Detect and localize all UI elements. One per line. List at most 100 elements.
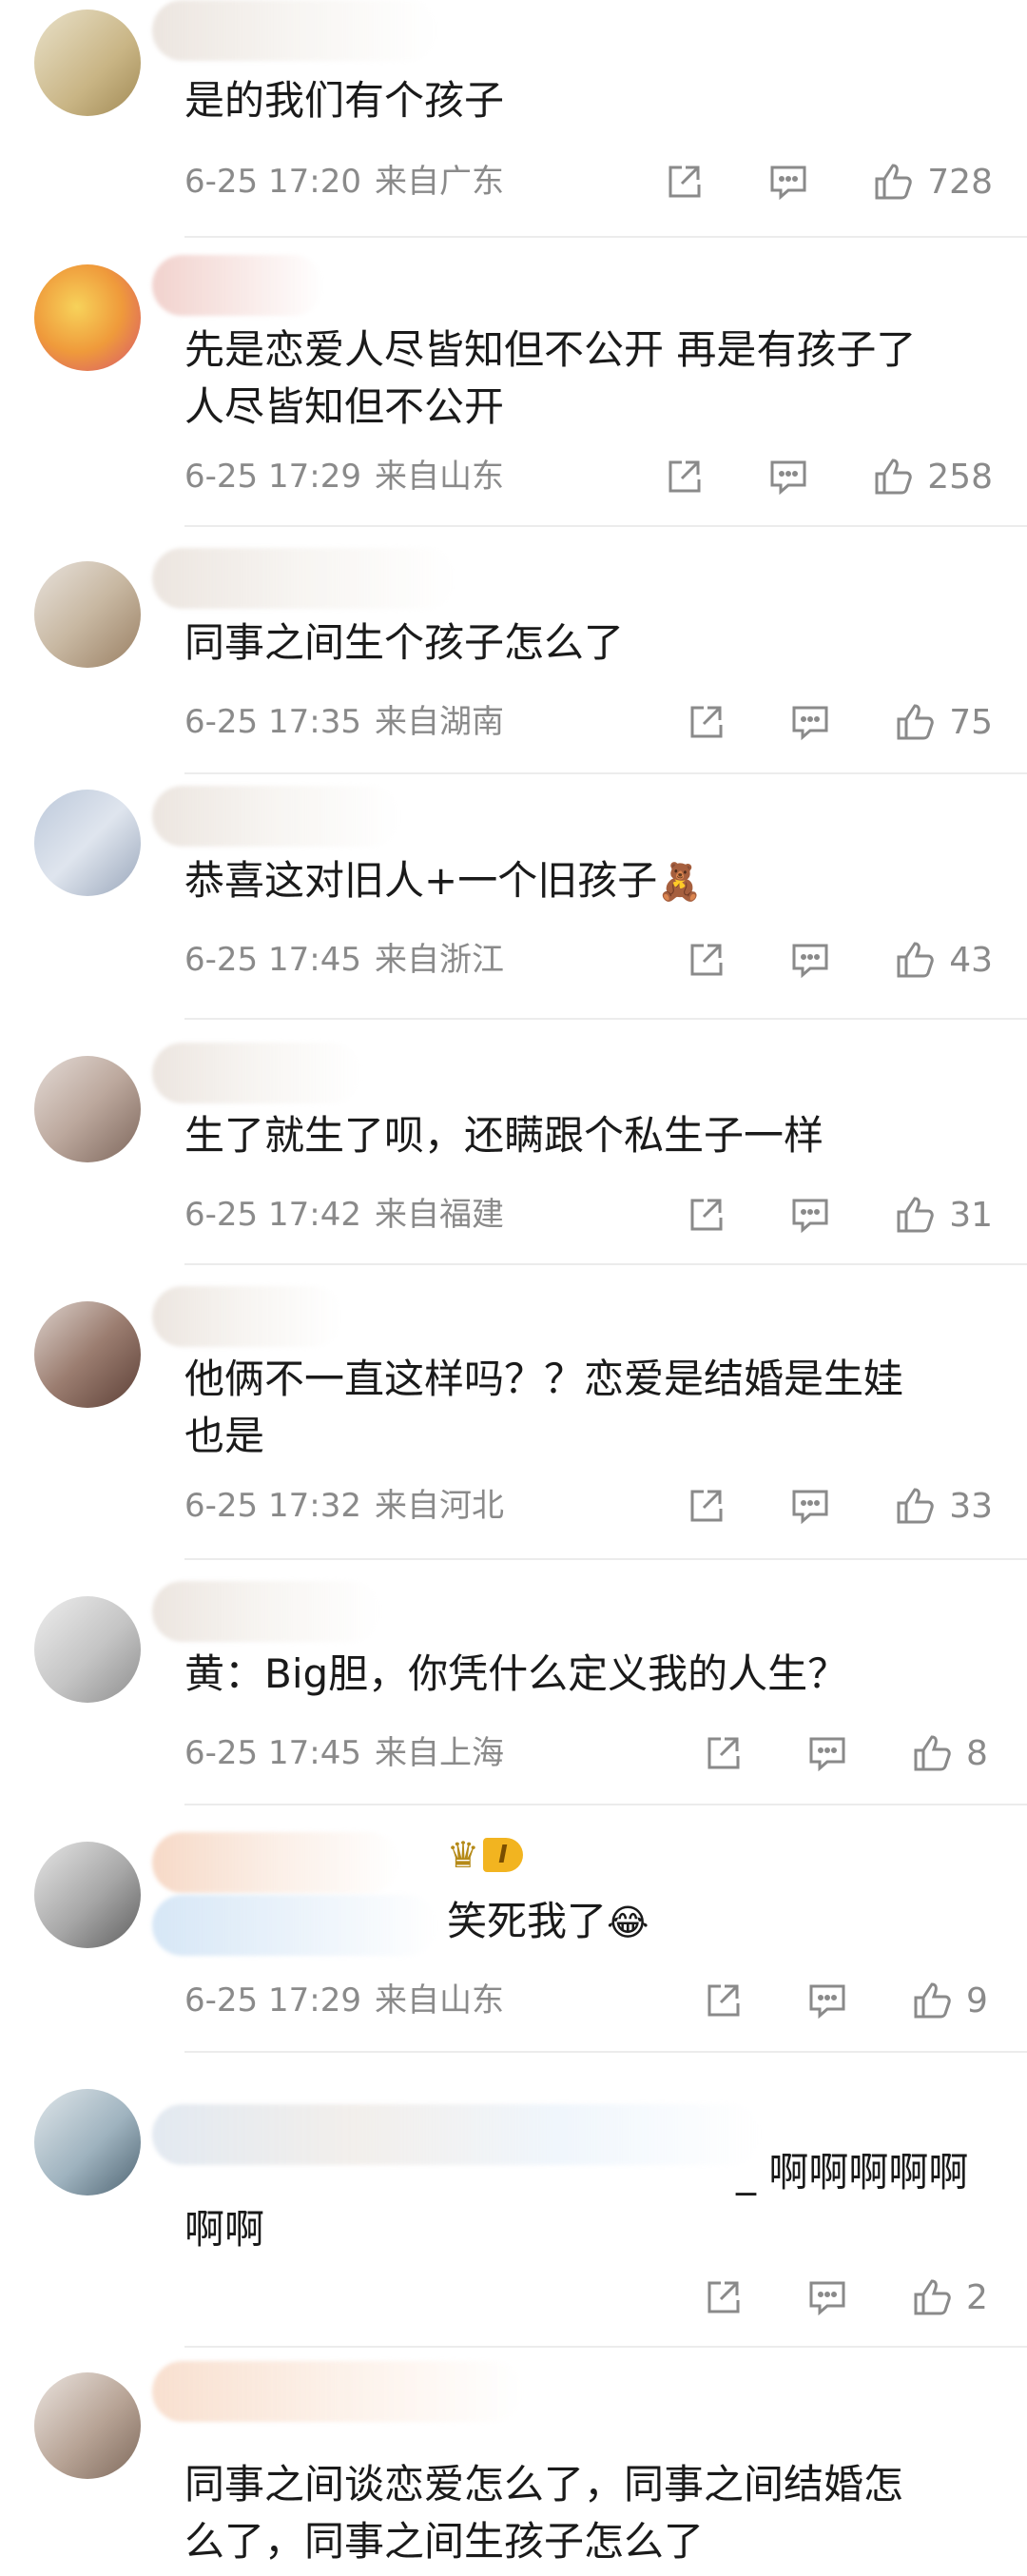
thumbs-up-icon [894,1485,936,1527]
username-blurred[interactable] [152,1043,361,1103]
comment-text-content: 笑死我了 [447,1898,608,1944]
comment-location: 来自山东 [374,458,504,496]
comment-time: 6-25 17:45 [184,1734,361,1772]
avatar[interactable] [34,790,141,896]
avatar[interactable] [34,2372,141,2479]
avatar[interactable] [34,1596,141,1703]
comment-meta: 6-25 17:29 来自山东 [184,453,504,500]
username-blurred[interactable] [152,0,437,61]
share-icon[interactable] [702,1732,744,1774]
level-badge: I [483,1838,523,1872]
username-blurred[interactable] [152,786,399,847]
avatar[interactable] [34,561,141,668]
divider [184,1263,1027,1265]
reply-icon[interactable] [789,939,831,981]
like-count: 728 [927,162,993,202]
comment-meta: 6-25 17:42 来自福建 [184,1191,504,1239]
divider [184,1018,1027,1020]
share-icon[interactable] [663,161,705,203]
teddy-emoji-icon: 🧸 [657,861,703,903]
comment-text: 先是恋爱人尽皆知但不公开 再是有孩子了 人尽皆知但不公开 [184,326,917,430]
divider [184,525,1027,527]
comment-location: 来自广东 [374,163,504,201]
comment-actions: 33 [685,1482,993,1530]
comment-actions: 2 [702,2274,993,2321]
comment-location: 来自上海 [374,1734,504,1772]
avatar[interactable] [34,10,141,116]
reply-icon[interactable] [767,161,809,203]
username-blurred[interactable] [152,1286,342,1347]
divider [184,1804,1027,1805]
thumbs-up-icon [872,161,914,203]
username-blurred[interactable] [152,255,323,316]
comment-text: 他俩不一直这样吗？？恋爱是结婚是生娃 也是 [184,1356,904,1459]
like-button[interactable]: 8 [911,1732,993,1774]
comment-meta: 6-25 17:29 来自山东 [184,1977,504,2024]
reply-icon[interactable] [767,456,809,498]
share-icon[interactable] [685,1194,727,1236]
like-button[interactable]: 31 [894,1194,993,1236]
share-icon[interactable] [663,456,705,498]
like-button[interactable]: 75 [894,701,993,743]
comment-meta: 6-25 17:45 来自上海 [184,1729,504,1777]
share-icon[interactable] [685,1485,727,1527]
comment-text: 是的我们有个孩子 [184,77,505,124]
comment-actions: 43 [685,936,993,984]
like-count: 258 [927,457,993,497]
avatar[interactable] [34,264,141,371]
reply-icon[interactable] [789,1194,831,1236]
reply-icon[interactable] [806,2276,848,2318]
comment-meta: 6-25 17:45 来自浙江 [184,936,504,984]
share-icon[interactable] [702,1980,744,2021]
comment-time: 6-25 17:20 [184,163,361,201]
comment-actions: 8 [702,1729,993,1777]
comment-text: 同事之间谈恋爱怎么了，同事之间结婚怎 么了，同事之间生孩子怎么了 [184,2461,904,2565]
thumbs-up-icon [872,456,914,498]
username-blurred[interactable] [152,548,456,609]
reply-icon[interactable] [789,1485,831,1527]
reply-icon[interactable] [789,701,831,743]
comment-location: 来自浙江 [374,941,504,979]
share-icon[interactable] [685,939,727,981]
divider [184,2051,1027,2053]
comment-time: 6-25 17:29 [184,1981,361,2020]
thumbs-up-icon [894,1194,936,1236]
like-button[interactable]: 43 [894,939,993,981]
share-icon[interactable] [685,701,727,743]
avatar[interactable] [34,1056,141,1162]
share-icon[interactable] [702,2276,744,2318]
thumbs-up-icon [911,1732,953,1774]
like-button[interactable]: 258 [872,456,993,498]
like-button[interactable]: 2 [911,2276,993,2318]
comment-meta: 6-25 17:20 来自广东 [184,158,504,205]
avatar[interactable] [34,1842,141,1948]
comment-location: 来自河北 [374,1487,504,1525]
comment-text: 恭喜这对旧人+一个旧孩子🧸 [184,852,983,910]
comment-actions: 258 [663,453,993,500]
thumbs-up-icon [894,701,936,743]
reply-target-blurred[interactable] [152,1895,437,1956]
comment-meta: 6-25 17:32 来自河北 [184,1482,504,1530]
reply-icon[interactable] [806,1980,848,2021]
username-blurred[interactable] [152,1832,399,1893]
username-blurred[interactable] [152,2361,523,2422]
like-count: 33 [949,1486,993,1526]
like-button[interactable]: 728 [872,161,993,203]
thumbs-up-icon [894,939,936,981]
comment-time: 6-25 17:32 [184,1487,361,1525]
laughing-emoji-icon: 😂 [607,1902,649,1943]
like-button[interactable]: 33 [894,1485,993,1527]
divider [184,2346,1027,2348]
comment-text: 生了就生了呗，还瞒跟个私生子一样 [184,1112,824,1159]
comment-text: 同事之间生个孩子怎么了 [184,619,625,666]
comment-time: 6-25 17:45 [184,941,361,979]
username-blurred[interactable] [152,1581,380,1642]
user-badge: ♛ I [447,1834,523,1876]
like-button[interactable]: 9 [911,1980,993,2021]
avatar[interactable] [34,2089,141,2195]
avatar[interactable] [34,1301,141,1408]
thumbs-up-icon [911,2276,953,2318]
reply-icon[interactable] [806,1732,848,1774]
comment-actions: 728 [663,158,993,205]
comment-actions: 75 [685,698,993,746]
